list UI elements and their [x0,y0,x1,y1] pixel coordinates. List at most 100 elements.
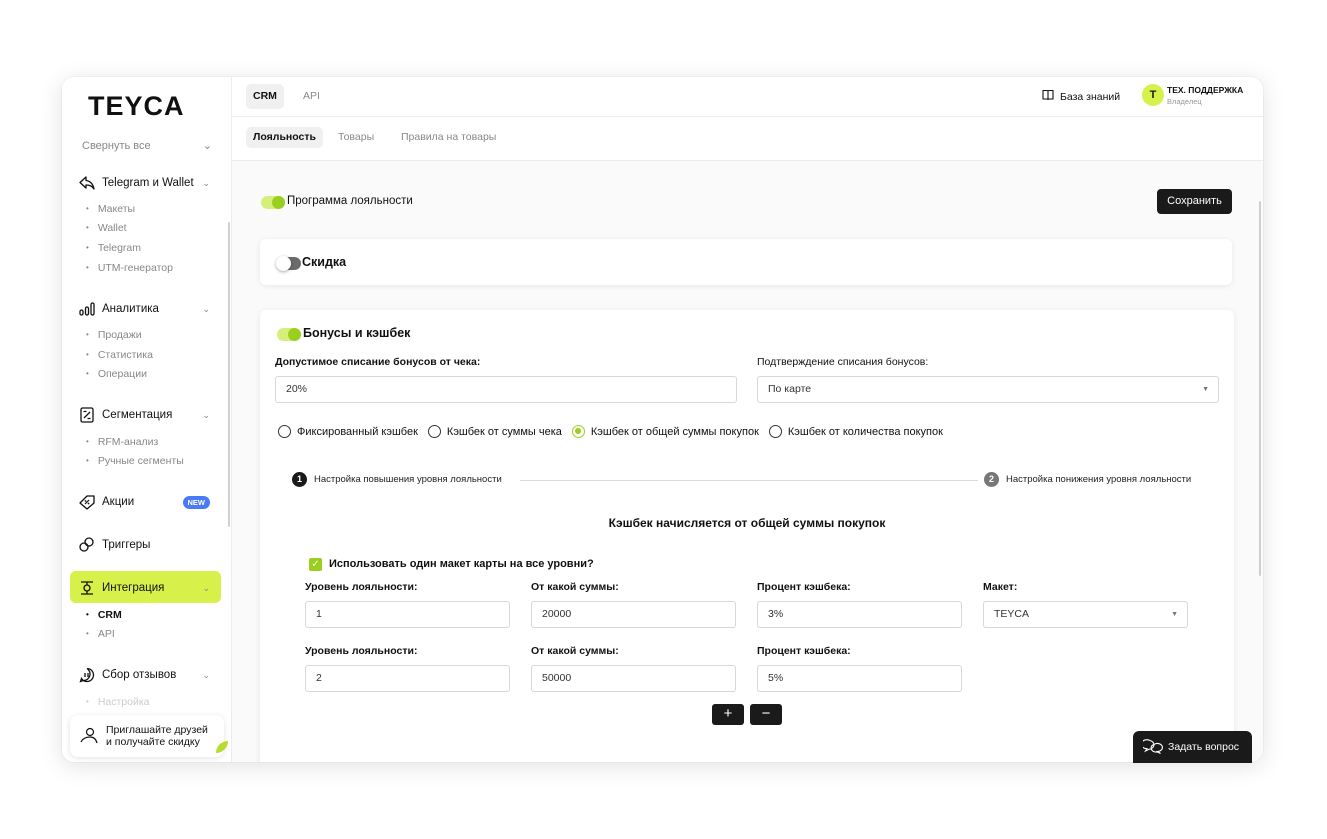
sidebar-section-segmentation[interactable]: Сегментация ⌄ [78,406,210,424]
sidebar-section-telegram-wallet[interactable]: Telegram и Wallet ⌄ [78,174,210,192]
amount-input[interactable]: 50000 [531,665,736,692]
sidebar-section-analytics[interactable]: Аналитика ⌄ [78,300,210,318]
step-1-indicator[interactable]: 1 [292,472,307,487]
percent-input[interactable]: 3% [757,601,962,628]
subtabs: Лояльность Товары Правила на товары [232,117,1263,161]
book-icon [1042,89,1054,104]
sidebar: TEYCA Свернуть все ⌄ Telegram и Wallet ⌄… [62,77,232,762]
confirm-select[interactable]: По карте ▼ [757,376,1219,403]
sidebar-section-integration[interactable]: Интеграция ⌄ [78,579,210,597]
invite-line1: Приглашайте друзей [106,724,208,736]
discount-label: Скидка [302,255,347,269]
sidebar-scrollbar[interactable] [228,222,230,527]
percent-label: Процент кэшбека: [757,645,851,657]
main-scrollbar[interactable] [1259,201,1261,576]
knowledge-base-link[interactable]: База знаний [1042,89,1120,104]
same-layout-checkbox[interactable]: ✓ [309,558,322,571]
sidebar-item-manual-segments[interactable]: Ручные сегменты [86,455,184,467]
sidebar-section-promotions[interactable]: Акции NEW [78,493,210,511]
amount-input[interactable]: 20000 [531,601,736,628]
chevron-down-icon: ⌄ [202,177,210,188]
layout-select[interactable]: TEYCA ▼ [983,601,1188,628]
loyalty-program-label: Программа лояльности [287,195,413,207]
invite-friends-banner[interactable]: Приглашайте друзей и получайте скидку [70,715,228,757]
promo-icon [78,493,96,511]
sidebar-item-telegram[interactable]: Telegram [86,242,141,254]
users-icon [78,727,100,745]
sidebar-item-operations[interactable]: Операции [86,368,147,380]
chevron-down-icon: ⌄ [202,303,210,314]
tab-product-rules[interactable]: Правила на товары [394,127,503,148]
main-content: Программа лояльности Сохранить Скидка Бо… [232,161,1263,762]
app-window: TEYCA Свернуть все ⌄ Telegram и Wallet ⌄… [62,77,1263,762]
user-name: ТЕХ. ПОДДЕРЖКА [1167,85,1244,95]
discount-card: Скидка [260,239,1232,285]
percent-input[interactable]: 5% [757,665,962,692]
loyalty-program-toggle[interactable] [261,196,285,209]
layout-label: Макет: [983,581,1018,593]
chevron-down-icon: ⌄ [202,140,212,152]
level-label: Уровень лояльности: [305,645,418,657]
caret-down-icon: ▼ [1202,386,1209,393]
bonus-label: Бонусы и кэшбек [303,326,411,340]
writeoff-label: Допустимое списание бонусов от чека: [275,356,481,368]
sidebar-item-statistics[interactable]: Статистика [86,349,153,361]
same-layout-label: Использовать один макет карты на все уро… [329,558,594,570]
tab-loyalty[interactable]: Лояльность [246,127,323,148]
level-input[interactable]: 2 [305,665,510,692]
topbar: CRM API База знаний T ТЕХ. ПОДДЕРЖКА Вла… [232,77,1263,117]
sidebar-section-triggers[interactable]: Триггеры [78,536,210,554]
share-icon [78,174,96,192]
ask-question-button[interactable]: Задать вопрос [1133,731,1252,763]
sidebar-item-layouts[interactable]: Макеты [86,203,135,215]
level-label: Уровень лояльности: [305,581,418,593]
chart-icon [78,300,96,318]
sidebar-item-api[interactable]: API [86,628,115,640]
logo: TEYCA [88,91,185,121]
sidebar-item-utm[interactable]: UTM-генератор [86,262,173,274]
chevron-down-icon: ⌄ [202,582,210,593]
avatar[interactable]: T [1142,84,1164,106]
save-button[interactable]: Сохранить [1157,189,1232,214]
sidebar-item-rfm[interactable]: RFM-анализ [86,436,159,448]
chevron-down-icon: ⌄ [202,669,210,680]
confirm-label: Подтверждение списания бонусов: [757,356,929,368]
radio-cashback-total-sum[interactable]: Кэшбек от общей суммы покупок [571,425,759,438]
writeoff-input[interactable]: 20% [275,376,737,403]
sidebar-item-sales[interactable]: Продажи [86,329,142,341]
sidebar-item-feedback-settings[interactable]: Настройка [86,696,150,708]
cashback-section-title: Кэшбек начисляется от общей суммы покупо… [608,516,886,530]
remove-level-button[interactable]: − [750,704,782,725]
level-input[interactable]: 1 [305,601,510,628]
step-2-indicator[interactable]: 2 [984,472,999,487]
amount-label: От какой суммы: [531,645,619,657]
caret-down-icon: ▼ [1171,611,1178,618]
bonus-cashback-card: Бонусы и кэшбек Допустимое списание бону… [260,310,1234,762]
user-role: Владелец [1167,97,1202,106]
step-1-label[interactable]: Настройка повышения уровня лояльности [314,474,502,485]
radio-cashback-check-sum[interactable]: Кэшбек от суммы чека [427,425,562,438]
feedback-icon [78,666,96,684]
new-badge: NEW [182,495,210,509]
cashback-type-group: Фиксированный кэшбек Кэшбек от суммы чек… [278,425,953,438]
chevron-down-icon: ⌄ [202,409,210,420]
add-level-button[interactable]: + [712,704,744,725]
step-2-label[interactable]: Настройка понижения уровня лояльности [1006,474,1191,485]
percent-label: Процент кэшбека: [757,581,851,593]
integration-icon [78,579,96,597]
tab-api[interactable]: API [296,84,327,109]
sidebar-section-feedback[interactable]: Сбор отзывов ⌄ [78,666,210,684]
invite-line2: и получайте скидку [106,736,200,748]
stepper-connector [520,480,978,481]
sidebar-item-wallet[interactable]: Wallet [86,222,127,234]
sidebar-item-crm[interactable]: CRM [86,609,122,621]
discount-toggle[interactable] [276,256,301,271]
collapse-all-button[interactable]: Свернуть все ⌄ [82,139,212,153]
tab-products[interactable]: Товары [331,127,381,148]
segment-icon [78,406,96,424]
chat-icon [1143,739,1163,755]
bonus-toggle[interactable] [277,328,301,341]
radio-fixed-cashback[interactable]: Фиксированный кэшбек [278,425,418,438]
radio-cashback-purchase-count[interactable]: Кэшбек от количества покупок [768,425,943,438]
tab-crm[interactable]: CRM [246,84,284,109]
